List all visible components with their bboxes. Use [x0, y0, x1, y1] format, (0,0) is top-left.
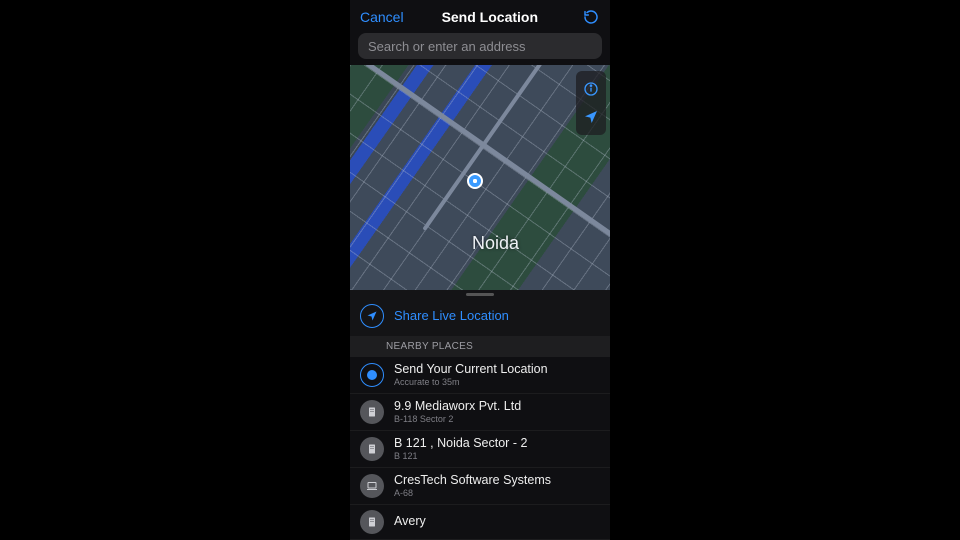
building-icon — [360, 510, 384, 534]
place-row[interactable]: 9.9 Mediaworx Pvt. Ltd B-118 Sector 2 — [350, 394, 610, 431]
share-live-location-button[interactable]: Share Live Location — [350, 298, 610, 336]
refresh-button[interactable] — [582, 8, 600, 26]
broadcast-arrow-icon — [366, 310, 378, 322]
building-icon — [360, 400, 384, 424]
send-current-location-row[interactable]: Send Your Current Location Accurate to 3… — [350, 357, 610, 394]
building-icon — [360, 437, 384, 461]
place-name: B 121 , Noida Sector - 2 — [394, 436, 527, 451]
sheet-grabber[interactable] — [350, 290, 610, 298]
map-view[interactable]: Noida — [350, 65, 610, 290]
place-name: Avery — [394, 514, 426, 529]
nearby-places-header: NEARBY PLACES — [350, 336, 610, 357]
share-live-label: Share Live Location — [394, 308, 509, 323]
send-location-screen: Cancel Send Location Search or enter an … — [350, 0, 610, 540]
place-name: CresTech Software Systems — [394, 473, 551, 488]
search-wrap: Search or enter an address — [350, 33, 610, 65]
place-addr: A-68 — [394, 488, 551, 499]
laptop-icon — [360, 474, 384, 498]
page-title: Send Location — [398, 9, 582, 25]
map-locate-button[interactable] — [581, 103, 601, 131]
search-input[interactable]: Search or enter an address — [358, 33, 602, 59]
place-addr: B 121 — [394, 451, 527, 462]
search-placeholder: Search or enter an address — [368, 39, 526, 54]
current-location-pin — [467, 173, 483, 189]
place-row[interactable]: Avery — [350, 505, 610, 540]
header: Cancel Send Location — [350, 0, 610, 33]
map-info-button[interactable] — [581, 75, 601, 103]
share-live-icon-wrap — [360, 304, 384, 328]
info-icon — [583, 81, 599, 97]
location-arrow-icon — [583, 109, 599, 125]
place-row[interactable]: CresTech Software Systems A-68 — [350, 468, 610, 505]
place-addr: B-118 Sector 2 — [394, 414, 521, 425]
current-location-title: Send Your Current Location — [394, 362, 548, 377]
map-controls — [576, 71, 606, 135]
place-name: 9.9 Mediaworx Pvt. Ltd — [394, 399, 521, 414]
refresh-icon — [583, 9, 599, 25]
current-location-icon — [360, 363, 384, 387]
current-location-subtitle: Accurate to 35m — [394, 377, 548, 388]
map-city-label: Noida — [472, 233, 519, 254]
place-row[interactable]: B 121 , Noida Sector - 2 B 121 — [350, 431, 610, 468]
